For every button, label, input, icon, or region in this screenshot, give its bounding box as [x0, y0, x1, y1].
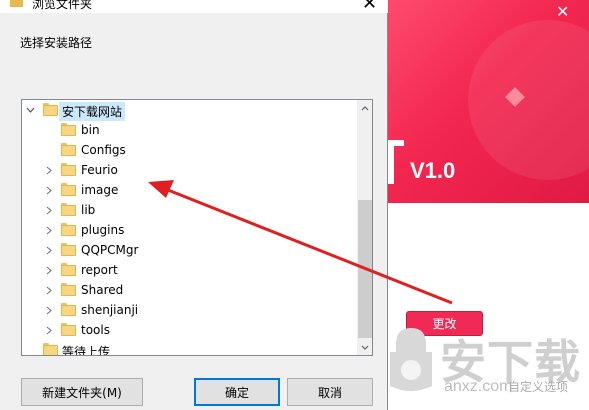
folder-icon [61, 123, 76, 136]
new-folder-button[interactable]: 新建文件夹(M) [21, 378, 143, 406]
tree-item-label: tools [81, 323, 110, 337]
tree-item-image[interactable]: image [22, 180, 357, 200]
tree-item-root[interactable]: 安下载网站 [22, 100, 357, 121]
tree-item-bin[interactable]: bin [22, 120, 357, 140]
tree-item-label: bin [81, 123, 100, 137]
folder-icon [43, 343, 58, 355]
chevron-right-icon[interactable] [44, 280, 54, 300]
browse-folder-dialog: 浏览文件夹 ✕ 选择安装路径 安下载网站 bin Configs Feurio [0, 0, 388, 410]
tree-item-feurio[interactable]: Feurio [22, 160, 357, 180]
dialog-title: 浏览文件夹 [32, 0, 93, 11]
folder-icon [61, 183, 76, 196]
tree-item-report[interactable]: report [22, 260, 357, 280]
watermark-url: anxz.com [444, 378, 513, 395]
chevron-right-icon[interactable] [44, 240, 54, 260]
chevron-right-icon[interactable] [44, 260, 54, 280]
chevron-right-icon[interactable] [44, 180, 54, 200]
installer-window: ✕ V1.0 更改 安下载 anxz.com 自定义选项 [388, 0, 589, 410]
custom-option-link[interactable]: 自定义选项 [508, 378, 568, 395]
tree-item-label: lib [81, 203, 96, 217]
tree-item-label: QQPCMgr [81, 243, 139, 257]
folder-icon [61, 263, 76, 276]
dialog-titlebar: 浏览文件夹 ✕ [0, 0, 388, 14]
scroll-down-icon[interactable] [357, 339, 372, 355]
tree-item-shared[interactable]: Shared [22, 280, 357, 300]
ok-button[interactable]: 确定 [194, 378, 280, 406]
tree-item-pending-upload[interactable]: 等待上传 [22, 340, 357, 356]
folder-icon [61, 303, 76, 316]
folder-icon [61, 283, 76, 296]
tree-item-tools[interactable]: tools [22, 320, 357, 340]
folder-icon [61, 243, 76, 256]
tree-item-label: Configs [81, 143, 126, 157]
tree-item-lib[interactable]: lib [22, 200, 357, 220]
installer-version: V1.0 [410, 158, 456, 183]
folder-icon [61, 223, 76, 236]
installer-close-icon[interactable]: ✕ [556, 4, 569, 20]
tree-item-shenjianji[interactable]: shenjianji [22, 300, 357, 320]
tree-item-label: 安下载网站 [59, 102, 126, 121]
tree-item-label: report [81, 263, 118, 277]
tree-item-label: image [81, 183, 119, 197]
tree-item-label: Shared [81, 283, 124, 297]
chevron-right-icon[interactable] [44, 220, 54, 240]
chevron-right-icon[interactable] [44, 300, 54, 320]
scroll-thumb[interactable] [358, 200, 372, 338]
chevron-right-icon[interactable] [44, 320, 54, 340]
watermark-shield-icon [390, 328, 432, 391]
installer-banner: ✕ V1.0 [388, 0, 589, 203]
folder-icon [61, 143, 76, 156]
tree-item-label: 等待上传 [62, 345, 111, 356]
tree-item-label: plugins [81, 223, 125, 237]
tree-item-plugins[interactable]: plugins [22, 220, 357, 240]
tree-item-qqpcmgr[interactable]: QQPCMgr [22, 240, 357, 260]
tree-scrollbar[interactable] [357, 100, 372, 355]
folder-tree[interactable]: 安下载网站 bin Configs Feurio image lib plugi… [21, 99, 373, 356]
tree-item-label: Feurio [81, 163, 118, 177]
chevron-right-icon[interactable] [44, 160, 54, 180]
folder-search-icon [10, 0, 23, 7]
folder-icon [61, 203, 76, 216]
folder-icon [61, 323, 76, 336]
cancel-button[interactable]: 取消 [287, 378, 373, 406]
banner-decoration [468, 20, 589, 180]
tree-item-label: shenjianji [81, 303, 139, 317]
folder-icon [43, 103, 58, 116]
chevron-down-icon[interactable] [25, 100, 35, 120]
banner-title-fragment [388, 140, 404, 184]
folder-icon [61, 163, 76, 176]
dialog-instruction: 选择安装路径 [20, 36, 93, 50]
tree-item-configs[interactable]: Configs [22, 140, 357, 160]
scroll-up-icon[interactable] [357, 100, 372, 116]
chevron-right-icon[interactable] [44, 200, 54, 220]
close-icon[interactable]: ✕ [362, 0, 377, 14]
